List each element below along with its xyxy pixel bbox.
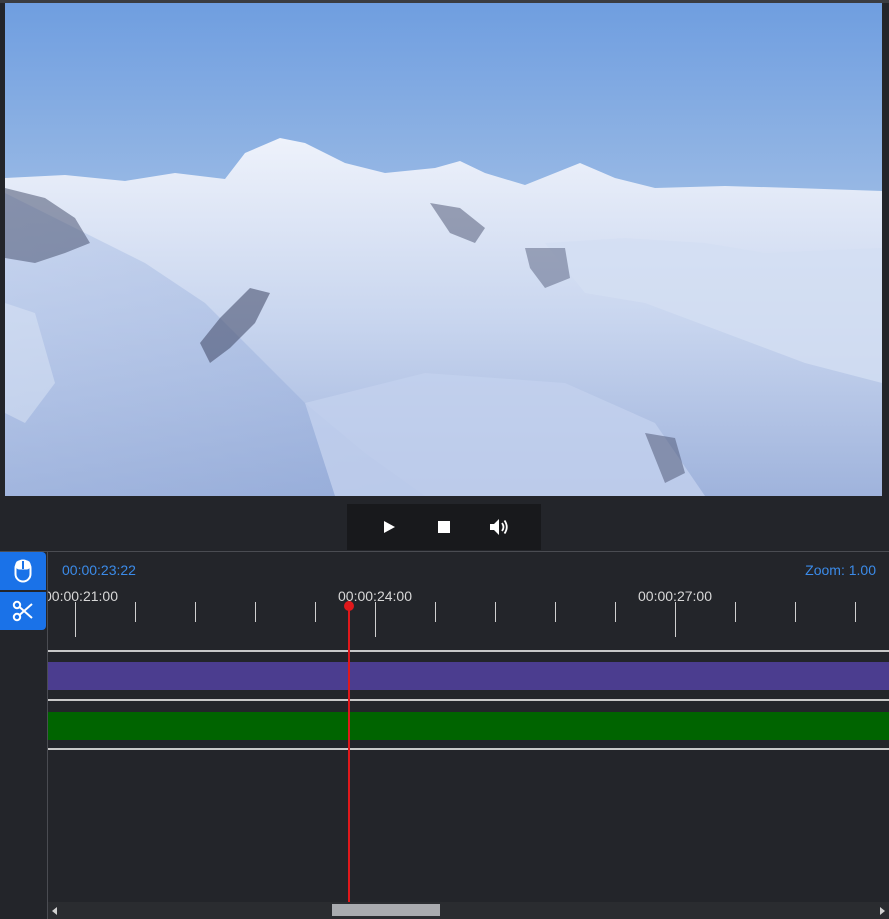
timeline-divider — [0, 551, 889, 552]
track-separator — [48, 650, 889, 652]
volume-icon — [489, 519, 508, 535]
ruler-minor-tick — [435, 602, 436, 622]
ruler-minor-tick — [135, 602, 136, 622]
ruler-minor-tick — [855, 602, 856, 622]
stop-icon — [437, 521, 450, 533]
time-ruler[interactable]: 00:00:21:00 00:00:24:00 00:00:27:00 — [48, 582, 889, 642]
playhead[interactable] — [348, 606, 350, 902]
ruler-minor-tick — [195, 602, 196, 622]
caret-left-icon — [52, 906, 57, 915]
ruler-minor-tick — [555, 602, 556, 622]
zoom-level: Zoom: 1.00 — [805, 562, 876, 578]
scroll-left-button[interactable] — [48, 902, 62, 919]
playhead-handle[interactable] — [344, 601, 354, 611]
timeline-scrollbar[interactable] — [48, 902, 889, 919]
current-timecode: 00:00:23:22 — [62, 562, 136, 578]
volume-button[interactable] — [482, 510, 516, 544]
ruler-minor-tick — [495, 602, 496, 622]
cut-tool-button[interactable] — [0, 592, 46, 630]
video-clip[interactable] — [48, 662, 889, 690]
ruler-label: 00:00:21:00 — [48, 588, 118, 604]
tool-panel — [0, 552, 48, 919]
ruler-minor-tick — [735, 602, 736, 622]
scissors-icon — [12, 600, 33, 622]
mouse-icon — [14, 559, 32, 583]
video-preview[interactable] — [5, 3, 882, 496]
audio-clip[interactable] — [48, 712, 889, 740]
ruler-minor-tick — [615, 602, 616, 622]
track-separator — [48, 748, 889, 750]
ruler-major-tick — [675, 602, 676, 637]
play-icon — [384, 521, 396, 533]
ruler-minor-tick — [315, 602, 316, 622]
select-tool-button[interactable] — [0, 552, 46, 590]
scroll-right-button[interactable] — [875, 902, 889, 919]
caret-right-icon — [880, 906, 885, 915]
track-separator — [48, 699, 889, 701]
video-frame-image — [5, 3, 882, 496]
play-button[interactable] — [372, 510, 406, 544]
ruler-minor-tick — [795, 602, 796, 622]
scrollbar-thumb[interactable] — [332, 904, 440, 916]
ruler-minor-tick — [255, 602, 256, 622]
ruler-major-tick — [75, 602, 76, 637]
ruler-major-tick — [375, 602, 376, 637]
stop-button[interactable] — [427, 510, 461, 544]
playback-controls — [347, 504, 541, 550]
